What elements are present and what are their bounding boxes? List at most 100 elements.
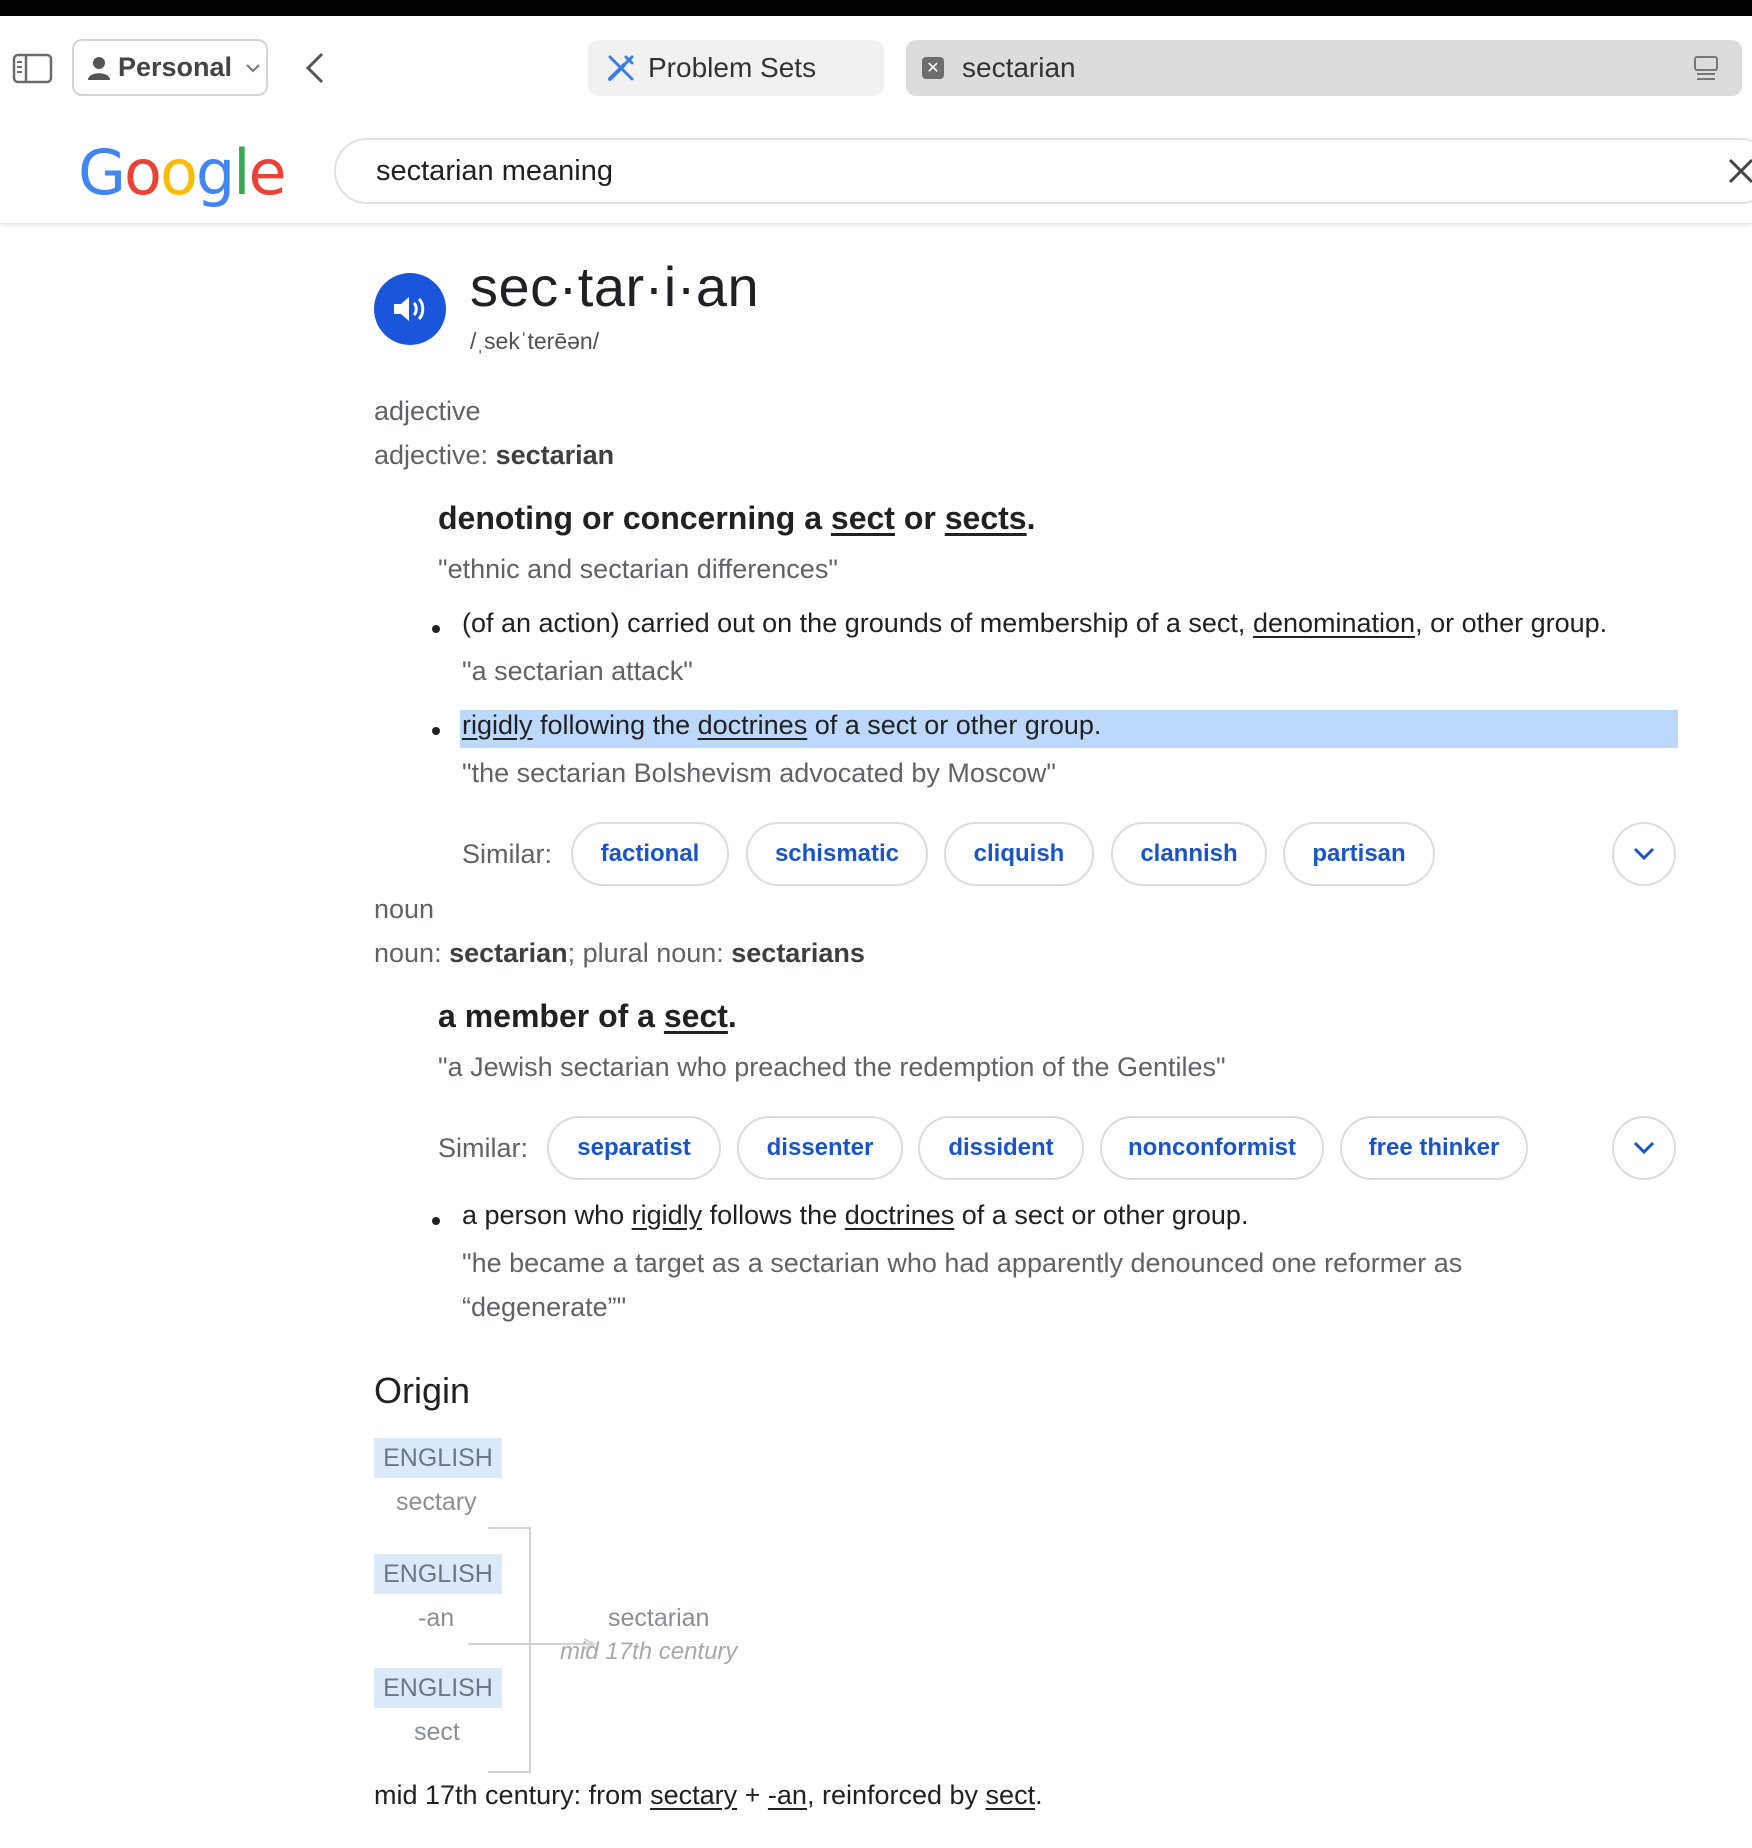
search-query: sectarian meaning (376, 154, 613, 187)
tab-problem-sets[interactable]: Problem Sets (588, 40, 884, 96)
similar-chip[interactable]: schismatic (746, 822, 928, 886)
close-icon[interactable]: ✕ (922, 57, 944, 79)
tab-sectarian[interactable]: ✕ sectarian (906, 40, 1742, 96)
sense-link[interactable]: rigidly (632, 1200, 703, 1230)
dictionary-panel: sec·tar·i·an /ˌsekˈterēən/ adjective adj… (0, 224, 1752, 1848)
etymology-plain: mid 17th century: from (374, 1780, 651, 1810)
sense-text: (of an action) carried out on the ground… (462, 608, 1253, 638)
etymology-link[interactable]: sect (986, 1780, 1036, 1810)
definition-text: a member of a (438, 998, 664, 1034)
search-input[interactable]: sectarian meaning (334, 138, 1752, 204)
language-tag: ENGLISH (374, 1438, 502, 1478)
logo-letter: g (195, 136, 235, 209)
similar-chip[interactable]: partisan (1283, 822, 1435, 886)
similar-chip[interactable]: dissenter (737, 1116, 903, 1180)
similar-chip[interactable]: nonconformist (1100, 1116, 1324, 1180)
pronunciation: /ˌsekˈterēən/ (470, 328, 600, 354)
profile-label: Personal (118, 52, 233, 82)
sense-link[interactable]: doctrines (845, 1200, 955, 1230)
expand-similar-button[interactable] (1612, 1116, 1676, 1180)
similar-chip[interactable]: cliquish (944, 822, 1094, 886)
person-icon (88, 56, 110, 80)
chevron-down-icon (1633, 1141, 1655, 1155)
language-tag: ENGLISH (374, 1668, 502, 1708)
bullet (432, 625, 440, 633)
definition: denoting or concerning a sect or sects. (438, 500, 1035, 537)
logo-letter: l (233, 136, 250, 209)
tab-overview-icon[interactable] (1692, 54, 1720, 82)
example: “degenerate”" (462, 1292, 627, 1322)
similar-chip[interactable]: dissident (918, 1116, 1084, 1180)
chevron-down-icon (246, 63, 260, 72)
etymology-link[interactable]: sectary (650, 1780, 737, 1810)
example: "the sectarian Bolshevism advocated by M… (462, 758, 1056, 788)
form-prefix: noun: (374, 938, 450, 968)
speaker-icon[interactable] (374, 273, 446, 345)
bullet (432, 1217, 440, 1225)
definition-link[interactable]: sects (945, 500, 1027, 536)
sense-text: follows the (702, 1200, 845, 1230)
origin-heading: Origin (374, 1370, 471, 1411)
etymology-plain: . (1035, 1780, 1043, 1810)
sense-text: following the (532, 710, 698, 740)
sidebar-toggle-icon[interactable] (12, 52, 54, 86)
similar-label: Similar: (462, 839, 553, 869)
etymology-result: sectarian (608, 1604, 710, 1632)
profile-button[interactable]: Personal (72, 39, 268, 96)
similar-chip[interactable]: factional (571, 822, 729, 886)
tools-icon (608, 55, 634, 81)
sense-text: , or other group. (1415, 608, 1608, 638)
etymology-source: sectary (396, 1488, 477, 1516)
form-word: sectarian (449, 938, 568, 968)
definition-link[interactable]: sect (664, 998, 728, 1034)
sense-text: of a sect or other group. (954, 1200, 1249, 1230)
etymology-source: -an (418, 1604, 455, 1632)
etymology-link[interactable]: -an (768, 1780, 807, 1810)
form-prefix: adjective: (374, 440, 496, 470)
similar-chip[interactable]: clannish (1111, 822, 1267, 886)
google-logo[interactable]: Google (78, 136, 287, 209)
etymology-plain: , reinforced by (806, 1780, 986, 1810)
sense-link[interactable]: denomination (1253, 608, 1415, 638)
similar-chip[interactable]: separatist (547, 1116, 721, 1180)
logo-letter: e (248, 136, 287, 209)
expand-similar-button[interactable] (1612, 822, 1676, 886)
example: "a Jewish sectarian who preached the red… (438, 1052, 1226, 1082)
etymology-text: mid 17th century: from sectary + -an, re… (374, 1780, 1043, 1811)
tab-label: Problem Sets (648, 52, 817, 83)
word-form: noun: sectarian; plural noun: sectarians (374, 938, 865, 969)
bullet (432, 727, 440, 735)
tab-label: sectarian (962, 52, 1076, 83)
chevron-down-icon (1633, 847, 1655, 861)
sub-sense: a person who rigidly follows the doctrin… (462, 1200, 1248, 1231)
logo-letter: o (124, 136, 162, 209)
definition-text: . (1026, 500, 1036, 536)
similar-chip[interactable]: free thinker (1340, 1116, 1528, 1180)
sense-text: a person who (462, 1200, 632, 1230)
sub-sense: (of an action) carried out on the ground… (462, 608, 1607, 639)
back-arrow-icon[interactable] (298, 50, 334, 86)
word-form: adjective: sectarian (374, 440, 614, 471)
example: "he became a target as a sectarian who h… (462, 1248, 1463, 1278)
clear-icon[interactable] (1726, 156, 1752, 186)
sense-link[interactable]: rigidly (462, 710, 533, 740)
sense-link[interactable]: doctrines (698, 710, 808, 740)
headword: sec·tar·i·an (470, 255, 760, 318)
similar-label: Similar: (438, 1133, 529, 1163)
part-of-speech: adjective (374, 396, 481, 426)
language-tag: ENGLISH (374, 1554, 502, 1594)
part-of-speech: noun (374, 894, 435, 924)
form-word: sectarian (495, 440, 615, 470)
sub-sense: rigidly following the doctrines of a sec… (462, 710, 1101, 741)
etymology-source: sect (414, 1718, 460, 1746)
etymology-plain: + (737, 1780, 768, 1810)
logo-letter: o (159, 136, 198, 209)
definition-text: denoting or concerning a (438, 500, 831, 536)
definition-link[interactable]: sect (831, 500, 895, 536)
browser-toolbar: Personal Problem Sets ✕ sectarian (0, 16, 1752, 120)
search-header: Google sectarian meaning (0, 120, 1752, 224)
form-prefix: ; plural noun: (567, 938, 732, 968)
example: "a sectarian attack" (462, 656, 693, 686)
screen-top-edge (0, 0, 1752, 16)
etymology-date: mid 17th century (560, 1638, 738, 1665)
